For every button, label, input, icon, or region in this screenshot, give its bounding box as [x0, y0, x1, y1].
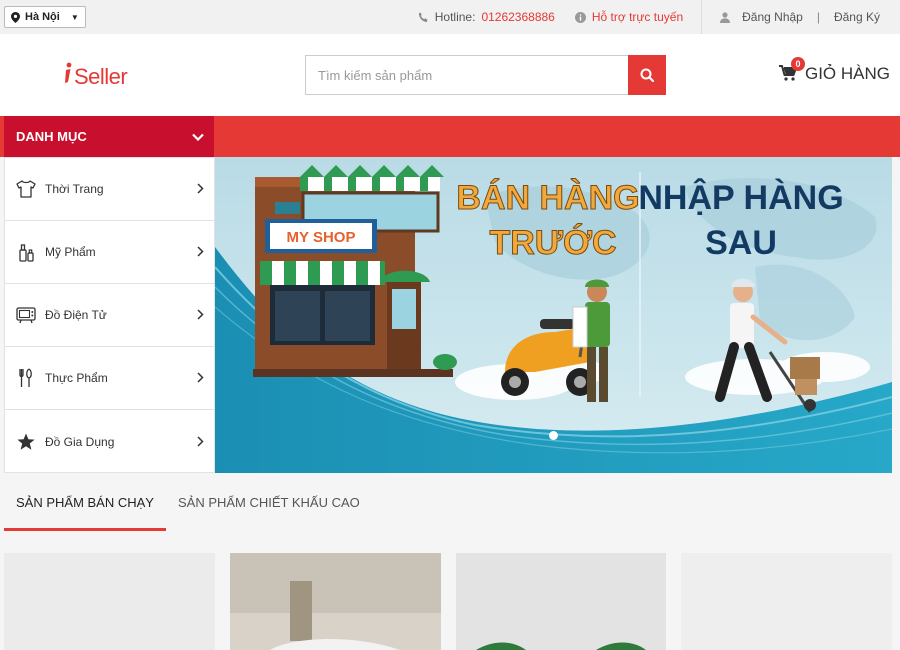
cosmetics-icon: [15, 241, 37, 263]
banner-right-line1: NHẬP HÀNG: [638, 179, 843, 217]
product-image: [229, 553, 441, 650]
link-separator: |: [816, 10, 820, 24]
tab-best-sellers[interactable]: SẢN PHẨM BÁN CHẠY: [4, 473, 166, 531]
search-bar: [305, 55, 666, 95]
main-nav: DANH MỤC: [0, 116, 900, 157]
product-card[interactable]: [229, 553, 441, 650]
product-card[interactable]: [681, 553, 892, 650]
hotline-number[interactable]: 01262368886: [481, 10, 554, 24]
search-icon: [640, 68, 654, 82]
tv-icon: [15, 304, 37, 326]
location-value: Hà Nội: [25, 11, 60, 23]
info-icon: [574, 11, 586, 23]
category-label: Mỹ Phẩm: [45, 245, 96, 259]
chevron-down-icon: [192, 133, 204, 141]
online-support-label: Hỗ trợ trực tuyến: [591, 10, 684, 24]
hotline: Hotline: 01262368886: [408, 10, 565, 24]
category-list: Thời Trang Mỹ Phẩm Đồ Điện Tử Thực Phẩm …: [4, 157, 215, 473]
main-area: Thời Trang Mỹ Phẩm Đồ Điện Tử Thực Phẩm …: [0, 157, 900, 473]
category-title: DANH MỤC: [16, 129, 87, 144]
cutlery-icon: [15, 367, 37, 389]
phone-icon: [418, 12, 428, 22]
category-item-fashion[interactable]: Thời Trang: [5, 158, 214, 221]
location-select[interactable]: Hà Nội ▼: [4, 6, 86, 28]
chevron-right-icon: [197, 307, 204, 323]
logo-text: Seller: [74, 64, 128, 89]
chevron-right-icon: [197, 434, 204, 450]
product-image: [455, 553, 667, 650]
product-tabs: SẢN PHẨM BÁN CHẠY SẢN PHẨM CHIẾT KHẤU CA…: [4, 473, 372, 531]
product-card[interactable]: [455, 553, 667, 650]
account-links: Đăng Nhập | Đăng Ký: [710, 10, 890, 24]
category-label: Đồ Điện Tử: [45, 308, 107, 322]
cart-count-badge: 0: [790, 57, 805, 71]
register-link[interactable]: Đăng Ký: [834, 10, 880, 24]
product-card[interactable]: [4, 553, 215, 650]
divider: [701, 0, 703, 34]
cart-button[interactable]: 0 GIỎ HÀNG: [778, 57, 890, 84]
carousel-dot[interactable]: [549, 431, 558, 440]
online-support-link[interactable]: Hỗ trợ trực tuyến: [565, 10, 693, 24]
chevron-right-icon: [197, 244, 204, 260]
user-icon: [720, 11, 731, 23]
cart-label: GIỎ HÀNG: [804, 64, 890, 83]
chevron-right-icon: [197, 181, 204, 197]
category-label: Đồ Gia Dụng: [45, 434, 115, 449]
banner-left-line2: TRƯỚC: [489, 224, 616, 262]
product-image: [4, 553, 215, 650]
banner-illustration: MY SHOP BÁN HÀNG TRƯỚC NHẬP HÀNG SAU: [215, 157, 892, 473]
login-link[interactable]: Đăng Nhập: [742, 10, 803, 24]
search-button[interactable]: [628, 55, 666, 95]
caret-down-icon: ▼: [70, 12, 79, 22]
banner-right-line2: SAU: [705, 224, 777, 262]
category-item-cosmetics[interactable]: Mỹ Phẩm: [5, 221, 214, 284]
shop-sign-text: MY SHOP: [287, 229, 356, 246]
search-input[interactable]: [305, 55, 628, 95]
shirt-icon: [15, 178, 37, 200]
banner-left-line1: BÁN HÀNG: [456, 179, 639, 217]
hero-banner[interactable]: MY SHOP BÁN HÀNG TRƯỚC NHẬP HÀNG SAU: [215, 157, 892, 473]
product-image: [681, 553, 892, 650]
category-item-food[interactable]: Thực Phẩm: [5, 347, 214, 410]
star-icon: [15, 431, 37, 453]
logo-mark-icon: [65, 62, 72, 83]
hotline-label: Hotline:: [434, 10, 476, 24]
category-item-electronics[interactable]: Đồ Điện Tử: [5, 284, 214, 347]
category-label: Thời Trang: [45, 182, 104, 196]
category-label: Thực Phẩm: [45, 371, 108, 385]
logo[interactable]: Seller: [64, 62, 128, 90]
map-pin-icon: [11, 11, 20, 23]
header: Seller 0 GIỎ HÀNG: [0, 34, 900, 116]
chevron-right-icon: [197, 370, 204, 386]
category-item-household[interactable]: Đồ Gia Dụng: [5, 410, 214, 473]
top-bar: Hà Nội ▼ Hotline: 01262368886 Hỗ trợ trự…: [0, 0, 900, 34]
product-grid: [4, 553, 892, 650]
cart-icon-wrap: 0: [778, 57, 805, 83]
category-menu-toggle[interactable]: DANH MỤC: [4, 116, 214, 157]
tab-high-discount[interactable]: SẢN PHẨM CHIẾT KHẤU CAO: [166, 473, 372, 531]
